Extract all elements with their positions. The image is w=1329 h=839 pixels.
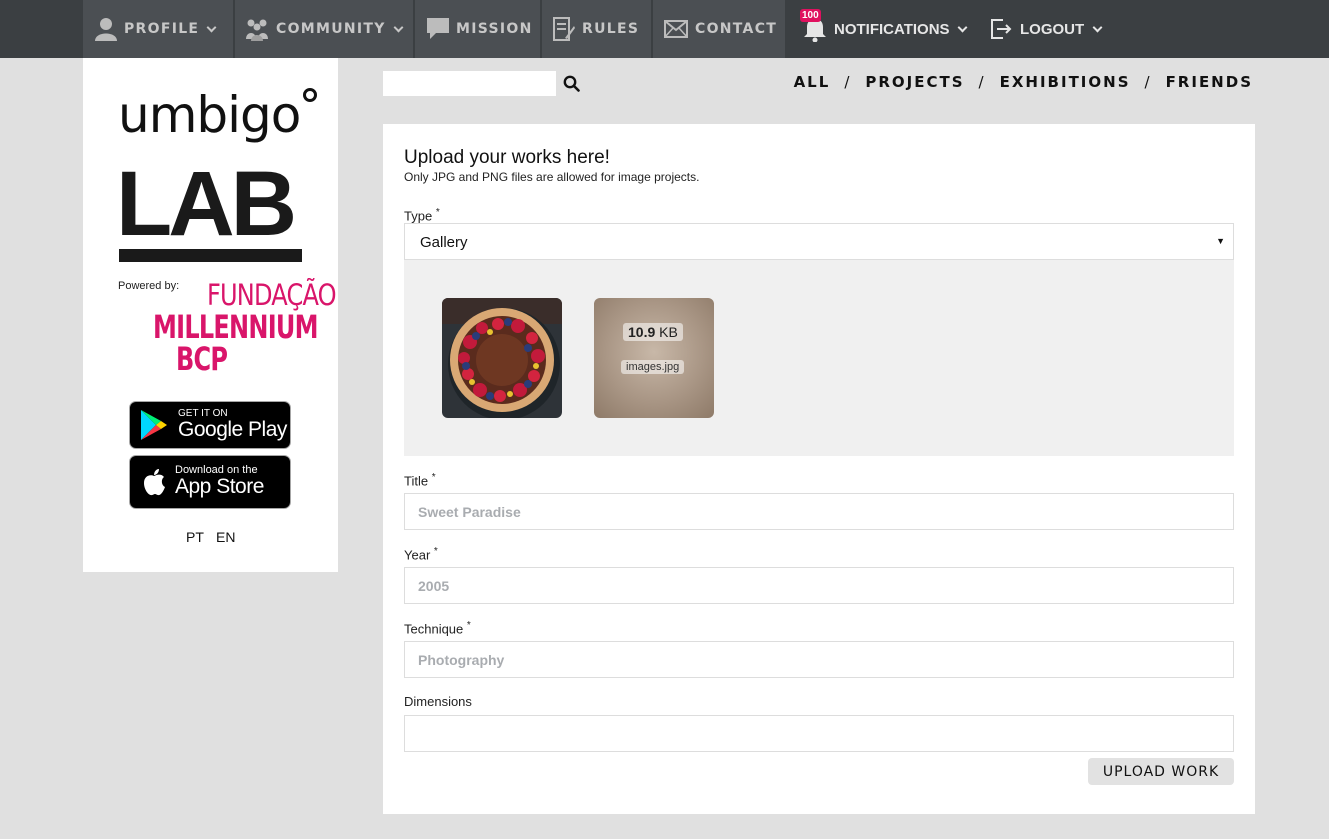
sidebar: umbigo LAB Powered by: FUNDAÇÃO MILLENNI… [83, 58, 338, 572]
title-input[interactable] [404, 493, 1234, 530]
tart-image [442, 298, 562, 418]
nav-community-label: COMMUNITY [276, 21, 386, 37]
filter-bar: ALL / PROJECTS / EXHIBITIONS / FRIENDS [794, 73, 1253, 91]
logo-lab-text: LAB [116, 153, 297, 255]
file-size-value: 10.9 [628, 324, 656, 340]
logo-umbigo-text: umbigo [118, 86, 301, 144]
community-icon [246, 19, 268, 41]
nav-profile[interactable]: PROFILE [83, 0, 233, 58]
upload-form-card: Upload your works here! Only JPG and PNG… [383, 124, 1255, 814]
chevron-down-icon [393, 22, 404, 32]
google-play-big-text: Google Play [178, 417, 287, 441]
filter-separator: / [978, 73, 986, 91]
language-pt[interactable]: PT [186, 529, 204, 545]
caret-down-icon: ▼ [1216, 236, 1225, 246]
image-thumbnail[interactable] [442, 298, 562, 418]
image-dropzone[interactable]: 10.9 KB images.jpg [404, 260, 1234, 456]
logo-degree-mark [303, 88, 317, 102]
logo-underline [119, 249, 302, 262]
year-label: Year * [404, 546, 438, 562]
file-size: 10.9 KB [623, 323, 683, 341]
image-upload-preview[interactable]: 10.9 KB images.jpg [594, 298, 714, 418]
year-label-text: Year [404, 547, 431, 563]
nav-rules-label: RULES [582, 21, 640, 37]
type-label: Type * [404, 207, 440, 223]
nav-logout[interactable]: LOGOUT [990, 0, 1105, 58]
user-icon [95, 18, 117, 41]
sponsor-logo-line3: BCP [176, 340, 228, 378]
nav-community[interactable]: COMMUNITY [235, 0, 413, 58]
technique-input[interactable] [404, 641, 1234, 678]
dimensions-label: Dimensions [404, 694, 472, 709]
logout-icon [991, 19, 1012, 39]
search-icon[interactable] [563, 75, 580, 92]
nav-contact-label: CONTACT [695, 21, 778, 37]
sponsor-logo-line1: FUNDAÇÃO [207, 278, 337, 312]
required-mark: * [431, 472, 436, 483]
chevron-down-icon [206, 22, 217, 32]
filter-friends[interactable]: FRIENDS [1166, 73, 1253, 91]
filter-separator: / [844, 73, 852, 91]
file-size-unit: KB [659, 324, 678, 340]
nav-logout-label: LOGOUT [1020, 20, 1085, 38]
technique-label-text: Technique [404, 621, 464, 637]
app-store-button[interactable]: Download on the App Store [129, 455, 291, 509]
title-label-text: Title [404, 473, 429, 489]
filter-separator: / [1144, 73, 1152, 91]
nav-contact[interactable]: CONTACT [653, 0, 785, 58]
year-input[interactable] [404, 567, 1234, 604]
technique-label: Technique * [404, 620, 471, 636]
envelope-icon [664, 20, 688, 38]
type-label-text: Type [404, 208, 433, 224]
chevron-down-icon [1092, 22, 1103, 32]
filter-exhibitions[interactable]: EXHIBITIONS [1000, 73, 1131, 91]
upload-work-button[interactable]: UPLOAD WORK [1088, 758, 1234, 785]
top-nav: PROFILE COMMUNITY MISSION RULES CONTACT … [0, 0, 1329, 58]
search-input[interactable] [383, 71, 556, 96]
required-mark: * [466, 620, 471, 631]
notifications-bell: 100 [800, 9, 827, 43]
nav-mission[interactable]: MISSION [415, 0, 540, 58]
rules-icon [553, 17, 575, 41]
google-play-icon [141, 410, 167, 440]
apple-icon [144, 469, 165, 496]
notifications-badge: 100 [800, 9, 821, 22]
file-name: images.jpg [621, 360, 685, 374]
type-select-value: Gallery [420, 234, 468, 251]
chevron-down-icon [957, 22, 967, 32]
nav-notifications[interactable]: 100 NOTIFICATIONS [800, 0, 973, 58]
form-title: Upload your works here! [404, 147, 610, 168]
powered-by-label: Powered by: [118, 280, 180, 292]
required-mark: * [433, 546, 438, 557]
title-label: Title * [404, 472, 436, 488]
type-select[interactable]: Gallery ▼ [404, 223, 1234, 260]
language-en[interactable]: EN [216, 529, 235, 545]
nav-profile-label: PROFILE [124, 21, 200, 37]
nav-rules[interactable]: RULES [542, 0, 651, 58]
nav-notifications-label: NOTIFICATIONS [834, 20, 950, 38]
dimensions-input[interactable] [404, 715, 1234, 752]
nav-mission-label: MISSION [456, 21, 533, 37]
app-store-big-text: App Store [175, 475, 264, 499]
form-subtitle: Only JPG and PNG files are allowed for i… [404, 170, 700, 184]
speech-bubble-icon [427, 18, 449, 39]
filter-projects[interactable]: PROJECTS [865, 73, 964, 91]
google-play-button[interactable]: GET IT ON Google Play [129, 401, 291, 449]
filter-all[interactable]: ALL [794, 73, 831, 91]
required-mark: * [435, 207, 440, 218]
